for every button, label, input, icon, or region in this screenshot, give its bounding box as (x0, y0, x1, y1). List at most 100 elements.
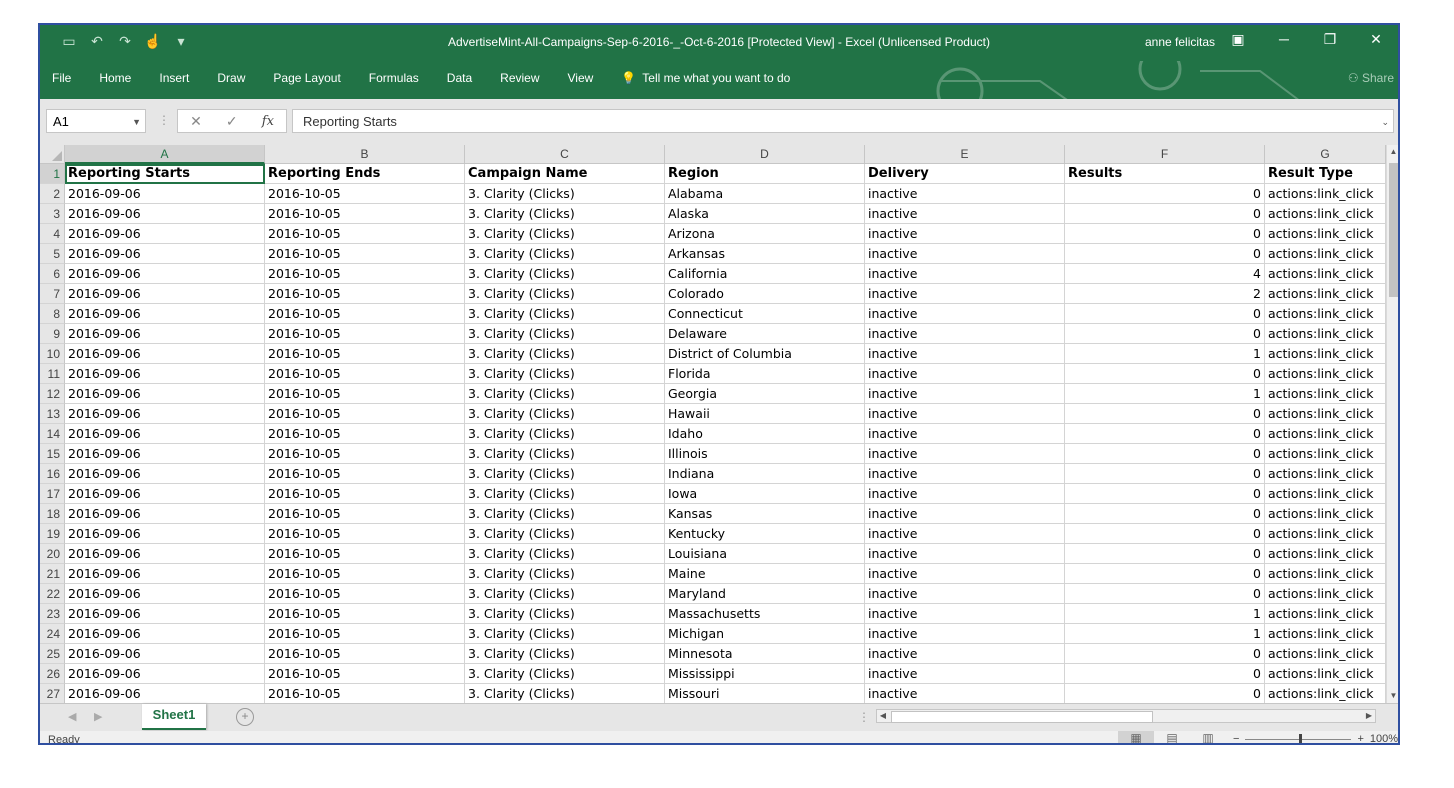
cell[interactable]: actions:link_click (1265, 584, 1386, 604)
column-header[interactable]: C (465, 145, 665, 164)
cell[interactable]: Georgia (665, 384, 865, 404)
cell[interactable]: 0 (1065, 444, 1265, 464)
cell[interactable]: actions:link_click (1265, 384, 1386, 404)
next-sheet-icon[interactable]: ▶ (94, 710, 102, 723)
cell[interactable]: inactive (865, 284, 1065, 304)
cell[interactable]: 2016-09-06 (65, 664, 265, 684)
zoom-slider-knob[interactable] (1299, 733, 1303, 743)
cell[interactable]: Michigan (665, 624, 865, 644)
cell[interactable]: 2016-10-05 (265, 564, 465, 584)
cell[interactable]: inactive (865, 324, 1065, 344)
cell[interactable]: 0 (1065, 184, 1265, 204)
cell[interactable]: 0 (1065, 524, 1265, 544)
tab-file[interactable]: File (52, 71, 71, 85)
cell[interactable]: Iowa (665, 484, 865, 504)
cell[interactable]: 2016-10-05 (265, 304, 465, 324)
row-number[interactable]: 11 (40, 364, 65, 384)
cell[interactable]: 0 (1065, 544, 1265, 564)
cell[interactable]: Alabama (665, 184, 865, 204)
cell[interactable]: 2016-09-06 (65, 324, 265, 344)
cell[interactable]: actions:link_click (1265, 244, 1386, 264)
row-number[interactable]: 27 (40, 684, 65, 703)
cell[interactable]: 3. Clarity (Clicks) (465, 224, 665, 244)
cell[interactable]: Massachusetts (665, 604, 865, 624)
cell[interactable]: 3. Clarity (Clicks) (465, 464, 665, 484)
cell[interactable]: actions:link_click (1265, 684, 1386, 703)
cell[interactable]: 2016-09-06 (65, 364, 265, 384)
cell[interactable]: inactive (865, 584, 1065, 604)
cell[interactable]: Louisiana (665, 544, 865, 564)
row-number[interactable]: 22 (40, 584, 65, 604)
row-number[interactable]: 1 (40, 164, 65, 184)
cell[interactable]: actions:link_click (1265, 444, 1386, 464)
cell[interactable]: actions:link_click (1265, 604, 1386, 624)
cell[interactable]: 0 (1065, 324, 1265, 344)
cell[interactable]: 2016-09-06 (65, 384, 265, 404)
cell[interactable]: actions:link_click (1265, 504, 1386, 524)
name-box[interactable]: A1 ▼ (46, 109, 146, 133)
tab-splitter[interactable]: ⋮ (858, 710, 870, 724)
prev-sheet-icon[interactable]: ◀ (68, 710, 76, 723)
cell[interactable]: inactive (865, 684, 1065, 703)
horizontal-scroll-thumb[interactable] (891, 711, 1153, 723)
cell[interactable]: 2016-10-05 (265, 184, 465, 204)
cell[interactable]: inactive (865, 484, 1065, 504)
cell[interactable]: inactive (865, 504, 1065, 524)
cell[interactable]: Kentucky (665, 524, 865, 544)
cell[interactable]: 1 (1065, 384, 1265, 404)
chevron-down-icon[interactable]: ▼ (132, 110, 141, 134)
cell[interactable]: 3. Clarity (Clicks) (465, 664, 665, 684)
cell[interactable]: 2016-09-06 (65, 504, 265, 524)
cell[interactable]: actions:link_click (1265, 464, 1386, 484)
share-button[interactable]: ⚇ Share (1348, 71, 1394, 85)
cell[interactable]: 1 (1065, 604, 1265, 624)
row-number[interactable]: 9 (40, 324, 65, 344)
cell[interactable]: inactive (865, 444, 1065, 464)
column-header[interactable]: D (665, 145, 865, 164)
zoom-in-icon[interactable]: + (1357, 733, 1363, 743)
tab-review[interactable]: Review (500, 71, 539, 85)
cell[interactable]: 2016-09-06 (65, 444, 265, 464)
cell[interactable]: inactive (865, 564, 1065, 584)
normal-view-icon[interactable]: ▦ (1118, 731, 1154, 743)
page-break-view-icon[interactable]: ▥ (1190, 731, 1226, 743)
cell[interactable]: 0 (1065, 304, 1265, 324)
cell[interactable]: inactive (865, 224, 1065, 244)
column-header[interactable]: A (65, 145, 265, 164)
cell[interactable]: 0 (1065, 644, 1265, 664)
tab-page-layout[interactable]: Page Layout (273, 71, 340, 85)
row-number[interactable]: 12 (40, 384, 65, 404)
cell[interactable]: inactive (865, 364, 1065, 384)
cell[interactable]: Delaware (665, 324, 865, 344)
cell[interactable]: inactive (865, 244, 1065, 264)
cell[interactable]: inactive (865, 304, 1065, 324)
cell[interactable]: 2016-09-06 (65, 524, 265, 544)
cell[interactable]: 3. Clarity (Clicks) (465, 264, 665, 284)
formula-input[interactable]: Reporting Starts ⌄ (292, 109, 1394, 133)
cell[interactable]: 2016-09-06 (65, 484, 265, 504)
cell[interactable]: 3. Clarity (Clicks) (465, 304, 665, 324)
cell[interactable]: District of Columbia (665, 344, 865, 364)
cell[interactable]: 2016-10-05 (265, 204, 465, 224)
cell[interactable]: Arizona (665, 224, 865, 244)
zoom-slider[interactable] (1245, 733, 1352, 743)
cell[interactable]: actions:link_click (1265, 284, 1386, 304)
cell[interactable]: inactive (865, 384, 1065, 404)
cell[interactable]: 2016-09-06 (65, 584, 265, 604)
sheet-tab[interactable]: Sheet1 (142, 704, 206, 730)
row-number[interactable]: 18 (40, 504, 65, 524)
cell[interactable]: 2016-10-05 (265, 344, 465, 364)
worksheet-grid[interactable]: A B C D E F G 1 Reporting Starts Reporting Ends Ca… (40, 145, 1386, 703)
column-header[interactable]: G (1265, 145, 1386, 164)
cell[interactable]: 0 (1065, 564, 1265, 584)
row-number[interactable]: 16 (40, 464, 65, 484)
cell[interactable]: inactive (865, 644, 1065, 664)
cell[interactable]: 0 (1065, 244, 1265, 264)
cell[interactable]: Florida (665, 364, 865, 384)
cell[interactable]: inactive (865, 344, 1065, 364)
cell[interactable]: inactive (865, 424, 1065, 444)
cell[interactable]: 2016-09-06 (65, 604, 265, 624)
cell[interactable]: 2016-10-05 (265, 384, 465, 404)
cell[interactable]: actions:link_click (1265, 184, 1386, 204)
cell[interactable]: actions:link_click (1265, 564, 1386, 584)
